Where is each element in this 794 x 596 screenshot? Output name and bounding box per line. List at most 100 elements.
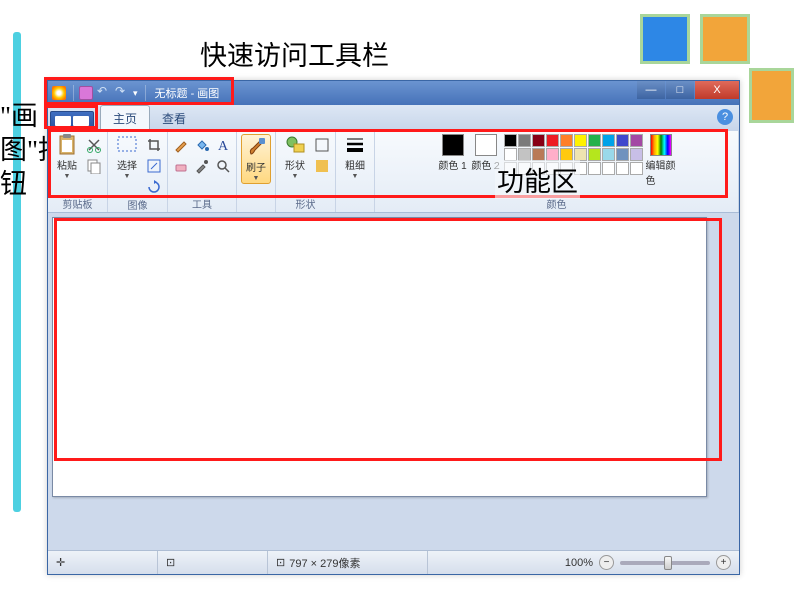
cursor-pos-icon: ✛ [56,556,65,569]
app-icon[interactable] [52,86,66,100]
maximize-button[interactable]: □ [666,81,694,99]
cut-button[interactable] [85,136,103,154]
shapes-label: 形状 [285,157,305,172]
clipboard-icon [56,134,78,156]
color-swatch[interactable] [588,134,601,147]
group-size: 粗细 ▼ [336,131,375,212]
color-swatch[interactable] [630,148,643,161]
color-swatch[interactable] [560,134,573,147]
color-swatch[interactable] [602,148,615,161]
group-clipboard: 粘贴 ▼ 剪贴板 [48,131,108,212]
select-button[interactable]: 选择 ▼ [112,134,142,180]
resize-button[interactable] [145,157,163,175]
color2-swatch [475,134,497,156]
size-icon [344,134,366,156]
color-swatch[interactable] [616,148,629,161]
magnifier-tool[interactable] [214,157,232,175]
save-icon[interactable] [79,86,93,100]
color-swatch[interactable] [602,134,615,147]
minimize-button[interactable]: — [637,81,665,99]
deco-square-blue [640,14,690,64]
shapes-button[interactable]: 形状 ▼ [280,134,310,180]
titlebar: ▾ 无标题 - 画图 — □ X [48,81,739,105]
outline-button[interactable] [313,136,331,154]
file-menu-button[interactable]: ▼ [50,111,94,131]
color-swatch[interactable] [504,134,517,147]
color-swatch[interactable] [518,134,531,147]
text-tool[interactable]: A [214,136,232,154]
crop-button[interactable] [145,136,163,154]
eraser-tool[interactable] [172,157,190,175]
paste-button[interactable]: 粘贴 ▼ [52,134,82,180]
copy-button[interactable] [85,157,103,175]
file-icon [55,116,71,126]
window-controls: — □ X [636,81,739,99]
group-brushes: 刷子 ▼ [237,131,276,212]
zoom-slider[interactable] [620,561,710,565]
tab-view[interactable]: 查看 [150,106,198,131]
redo-icon[interactable] [115,86,129,100]
color1-label: 颜色 1 [438,157,466,172]
color-swatch[interactable] [602,162,615,175]
tab-home[interactable]: 主页 [100,105,150,131]
color-swatch[interactable] [574,134,587,147]
color-swatch[interactable] [532,134,545,147]
paste-label: 粘贴 [57,157,77,172]
color-swatch[interactable] [588,162,601,175]
canvas-scroll-area[interactable] [48,213,739,550]
picker-tool[interactable] [193,157,211,175]
edit-colors-label: 编辑颜色 [646,157,676,187]
color-swatch[interactable] [630,162,643,175]
close-button[interactable]: X [695,81,739,99]
edit-colors-button[interactable]: 编辑颜色 [646,134,676,187]
rotate-button[interactable] [145,178,163,196]
select-label: 选择 [117,157,137,172]
zoom-thumb[interactable] [664,556,672,570]
group-image: 选择 ▼ 图像 [108,131,168,212]
color-swatch[interactable] [588,148,601,161]
color1-button[interactable]: 颜色 1 [438,134,468,172]
chevron-down-icon: ▼ [64,173,71,180]
group-label-tools: 工具 [192,195,212,212]
fill-button[interactable] [313,157,331,175]
paint-window: ▾ 无标题 - 画图 — □ X ▼ 主页 查看 ? 粘贴 ▼ [47,80,740,575]
zoom-in-button[interactable]: + [716,555,731,570]
group-tools: A 工具 [168,131,237,212]
tab-bar: ▼ 主页 查看 ? [48,105,739,131]
selection-icon: ⊡ [166,556,175,569]
brush-icon [245,136,267,158]
chevron-down-icon: ▼ [124,173,131,180]
size-button[interactable]: 粗细 ▼ [340,134,370,180]
chevron-down-icon: ▼ [73,116,89,126]
brush-button[interactable]: 刷子 ▼ [241,134,271,184]
color-swatch[interactable] [616,134,629,147]
annotation-paint-button: "画图"按钮 [0,100,40,201]
select-icon [116,134,138,156]
rainbow-icon [650,134,672,156]
color-swatch[interactable] [546,134,559,147]
status-bar: ✛ ⊡ ⊡797 × 279像素 100% − + [48,550,739,574]
group-label-image: 图像 [128,196,148,213]
annotation-quick-access: 快速访问工具栏 [200,34,389,73]
qat-dropdown-icon[interactable]: ▾ [133,88,138,99]
color-swatch[interactable] [630,134,643,147]
group-label-clipboard: 剪贴板 [63,195,93,212]
zoom-out-button[interactable]: − [599,555,614,570]
help-button[interactable]: ? [717,109,733,125]
window-title: 无标题 - 画图 [155,85,220,101]
group-shapes: 形状 ▼ 形状 [276,131,336,212]
chevron-down-icon: ▼ [253,175,260,182]
undo-icon[interactable] [97,86,111,100]
canvas-dimensions: 797 × 279像素 [289,555,360,571]
drawing-canvas[interactable] [52,217,707,497]
chevron-down-icon: ▼ [292,173,299,180]
deco-square-orange-2 [749,68,794,123]
chevron-down-icon: ▼ [352,173,359,180]
color-swatch[interactable] [616,162,629,175]
group-label-shapes: 形状 [296,195,316,212]
fill-tool[interactable] [193,136,211,154]
pencil-tool[interactable] [172,136,190,154]
dims-icon: ⊡ [276,556,285,569]
annotation-ribbon: 功能区 [495,160,580,199]
shapes-icon [284,134,306,156]
